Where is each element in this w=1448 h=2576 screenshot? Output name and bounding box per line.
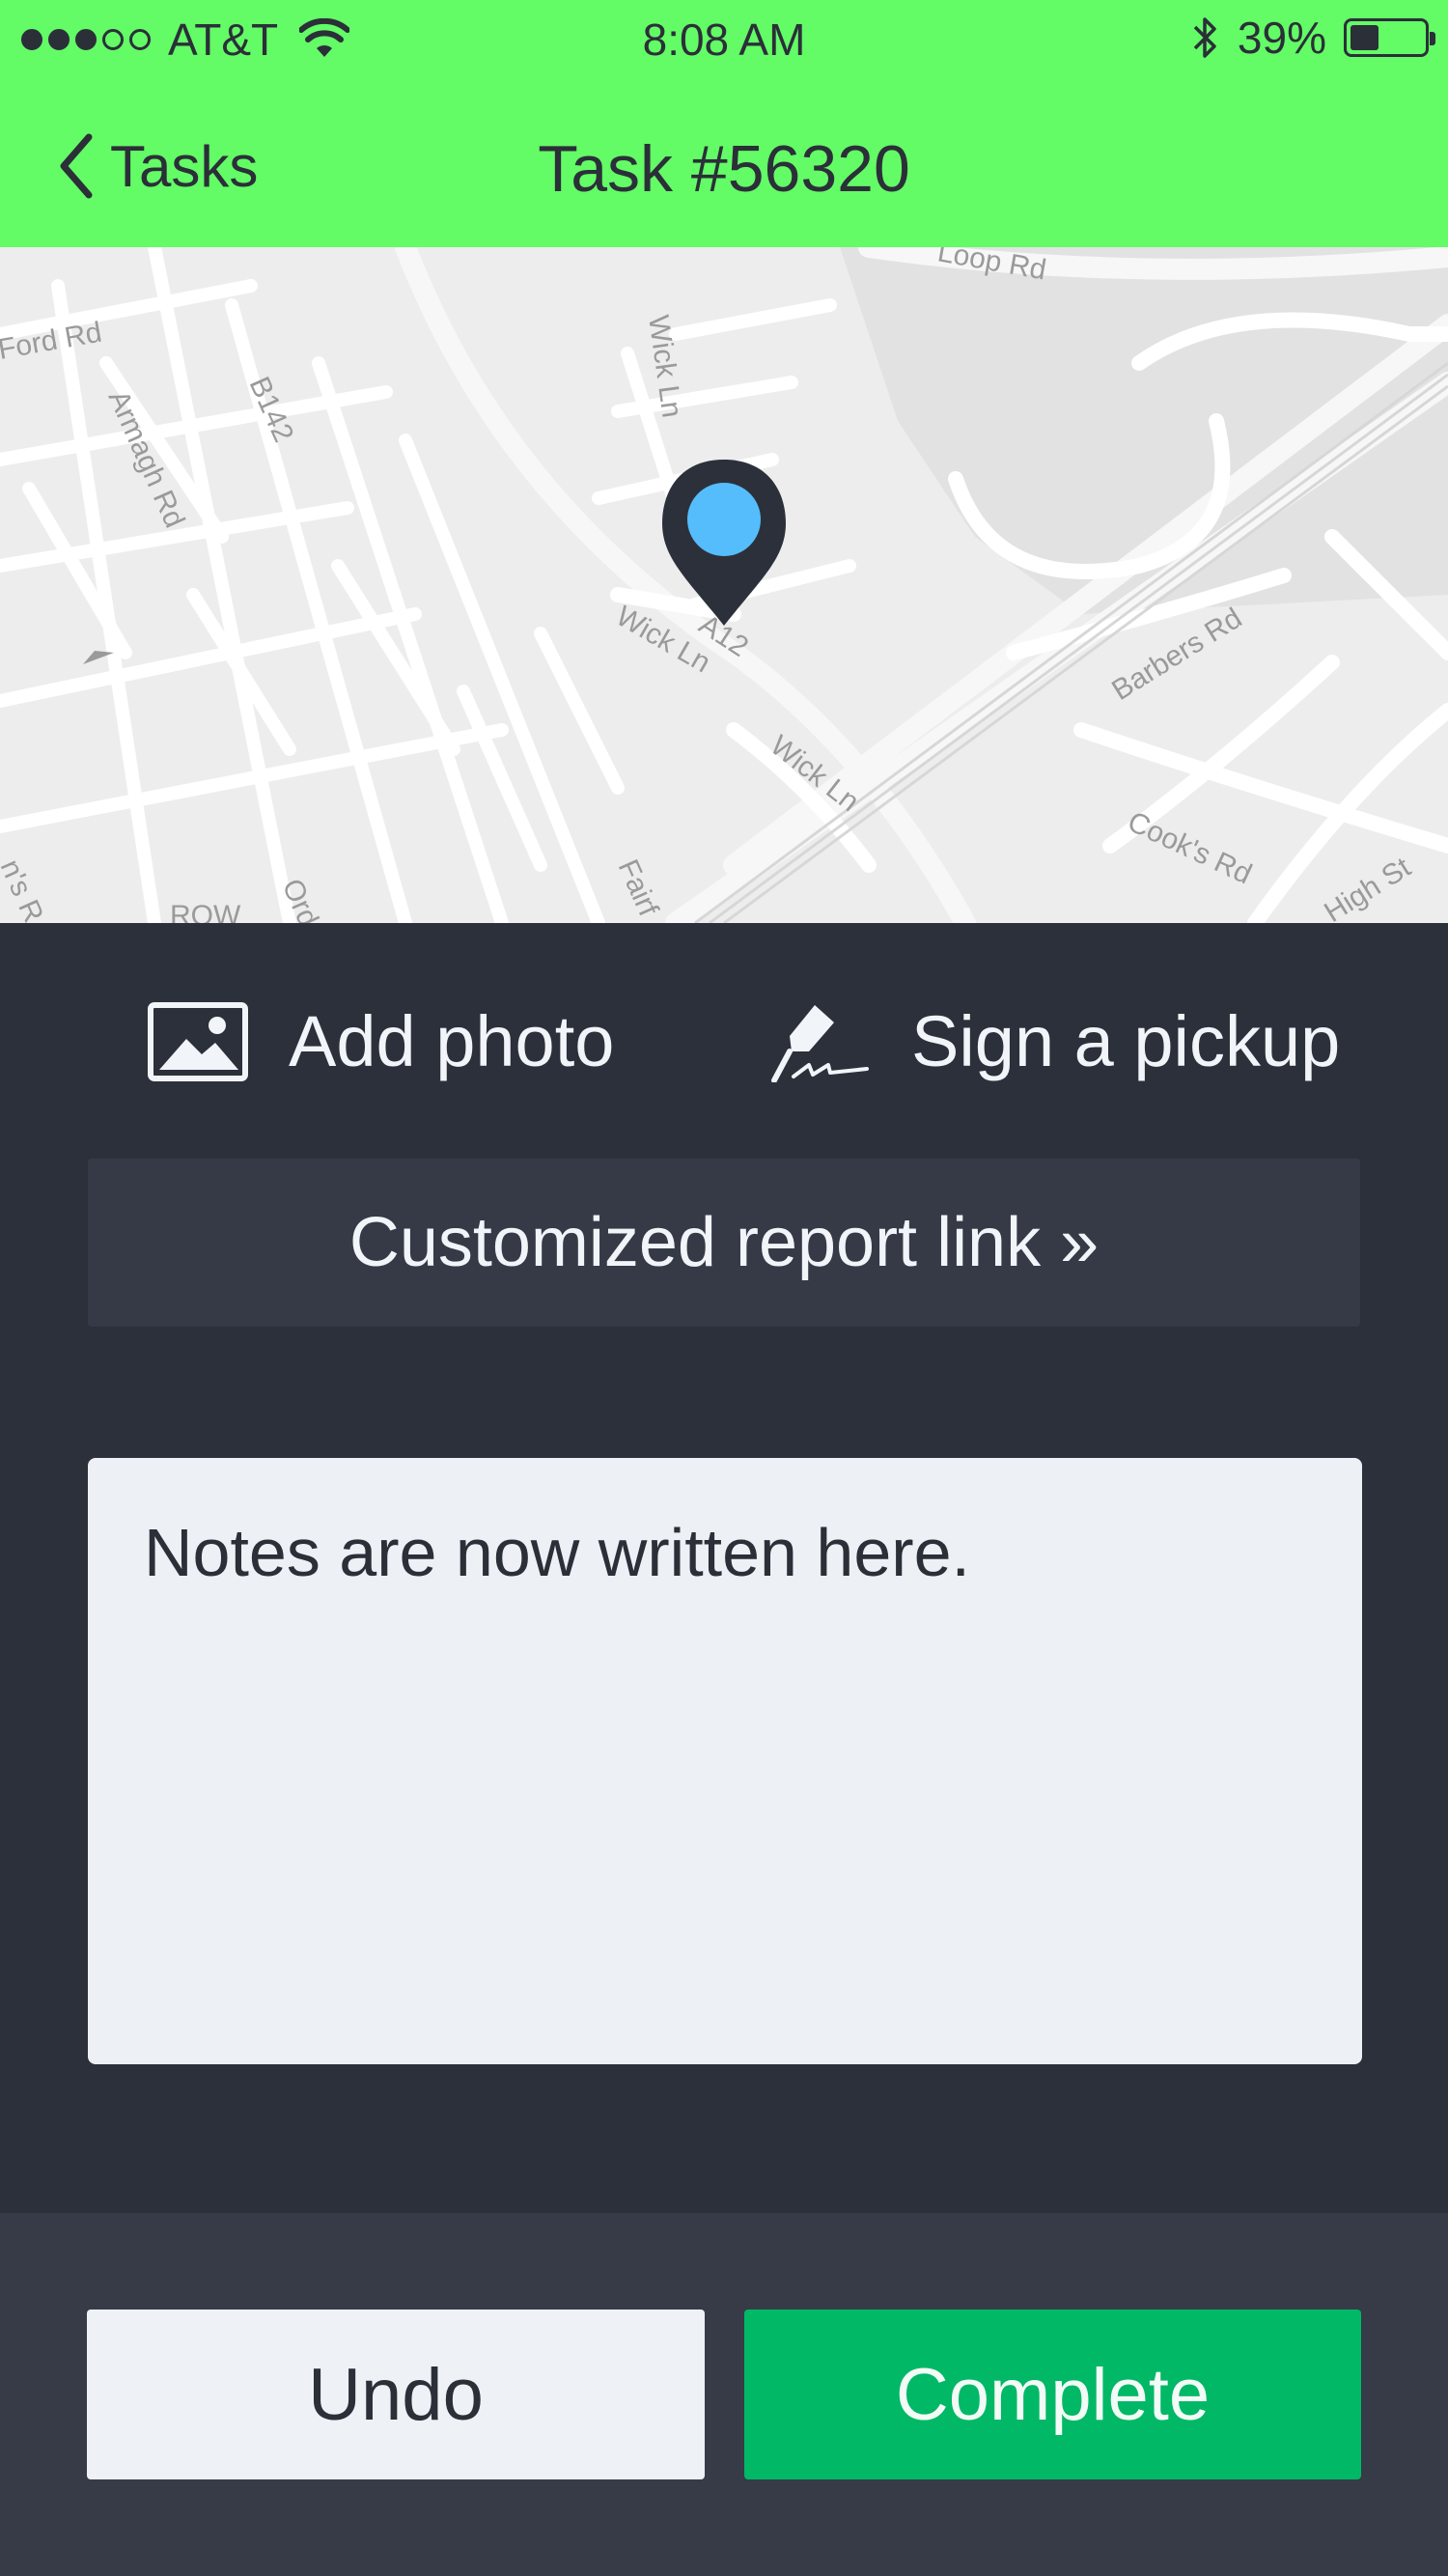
bluetooth-icon [1193,17,1216,58]
battery-fill [1351,25,1378,50]
add-photo-button[interactable]: Add photo [148,1000,614,1082]
status-right: 39% [1191,12,1435,64]
footer-bar: Undo Complete [0,2213,1448,2576]
navigation-bar: Tasks Task #56320 [0,97,1448,241]
map-canvas[interactable]: Ford Rd Armagh Rd B142 Wick Ln Loop Rd A… [0,247,1448,923]
image-icon [148,1001,248,1081]
battery-percent: 39% [1237,13,1326,63]
complete-button[interactable]: Complete [744,2310,1361,2479]
top-bar: AT&T 8:08 AM 39% Tasks Task #56320 [0,0,1448,247]
sign-pickup-button[interactable]: Sign a pickup [770,1000,1340,1082]
customized-report-link[interactable]: Customized report link » [88,1159,1360,1327]
task-actions: Add photo Sign a pickup [0,923,1448,1116]
add-photo-label: Add photo [289,1001,615,1081]
undo-button[interactable]: Undo [87,2310,705,2479]
page-title: Task #56320 [538,132,910,206]
pen-icon [771,1004,869,1082]
status-bar: AT&T 8:08 AM 39% [0,0,1448,77]
battery-icon [1344,18,1435,57]
notes-field[interactable]: Notes are now written here. [88,1458,1362,2064]
sign-pickup-label: Sign a pickup [911,1001,1341,1081]
map-view[interactable]: Ford Rd Armagh Rd B142 Wick Ln Loop Rd A… [0,247,1448,923]
svg-text:ROW: ROW [170,900,241,923]
